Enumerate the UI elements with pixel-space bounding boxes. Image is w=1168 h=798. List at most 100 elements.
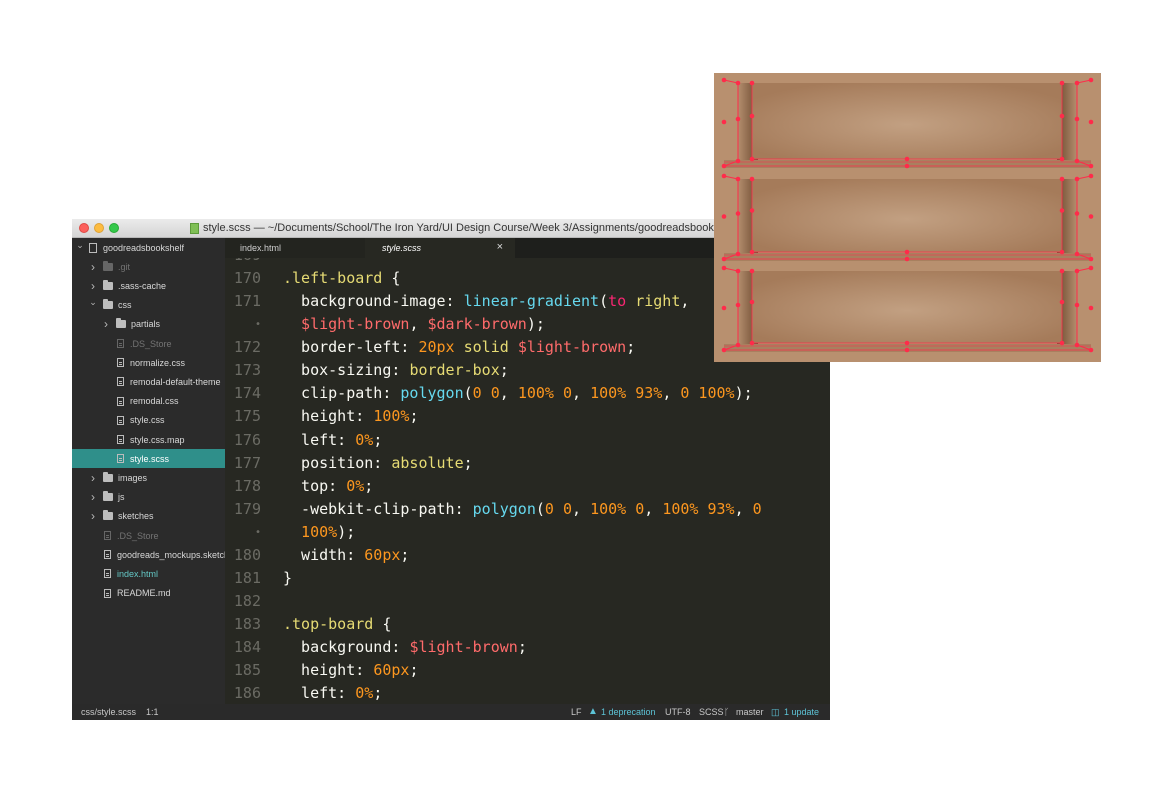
- status-file-path[interactable]: css/style.scss: [81, 704, 136, 720]
- sidebar-item-label: style.css.map: [130, 434, 185, 445]
- minimize-window-button[interactable]: [94, 223, 104, 233]
- anchor-point: [749, 340, 755, 346]
- code-token: ;: [364, 476, 374, 495]
- status-deprecation[interactable]: 1 deprecation: [601, 704, 656, 720]
- code-line[interactable]: 176 left: 0%;: [225, 429, 830, 452]
- code-text: clip-path: polygon(0 0, 100% 0, 100% 93%…: [283, 382, 753, 405]
- anchor-point: [735, 268, 741, 274]
- sidebar-item[interactable]: ⌄ goodreadsbookshelf: [72, 238, 225, 257]
- folder-icon: [103, 279, 113, 290]
- code-token: background:: [283, 638, 410, 657]
- file-icon: [117, 435, 124, 444]
- code-line[interactable]: 181}: [225, 567, 830, 590]
- close-tab-icon[interactable]: ×: [497, 241, 503, 253]
- status-update[interactable]: 1 update: [784, 704, 819, 720]
- code-token: solid: [454, 338, 518, 357]
- anchor-point: [735, 251, 741, 257]
- scss-file-icon: [190, 222, 199, 234]
- code-token: ;: [463, 453, 473, 472]
- code-line[interactable]: 182: [225, 590, 830, 613]
- folder-icon: [103, 491, 113, 502]
- chevron-right-icon[interactable]: ›: [88, 509, 98, 523]
- package-icon: ◫: [771, 707, 780, 717]
- code-token: 0 100%: [680, 384, 735, 403]
- code-token: (: [463, 384, 473, 403]
- warning-icon: ▲: [588, 706, 598, 717]
- anchor-point: [1074, 158, 1080, 164]
- code-token: 0: [752, 499, 762, 518]
- line-number: 175: [233, 407, 261, 426]
- code-line[interactable]: 173 box-sizing: border-box;: [225, 359, 830, 382]
- code-line[interactable]: 183 .top-board {: [225, 613, 830, 636]
- code-line[interactable]: • 100%);: [225, 521, 830, 544]
- sidebar-item[interactable]: style.css: [72, 411, 225, 430]
- chevron-down-icon[interactable]: ⌄: [88, 297, 98, 308]
- sidebar-item[interactable]: README.md: [72, 584, 225, 603]
- sidebar-item[interactable]: remodal-default-theme: [72, 372, 225, 391]
- code-line[interactable]: 180 width: 60px;: [225, 544, 830, 567]
- code-line[interactable]: 177 position: absolute;: [225, 452, 830, 475]
- anchor-point: [1088, 305, 1094, 311]
- chevron-right-icon[interactable]: ›: [101, 317, 111, 331]
- sidebar-item-label: css: [118, 300, 132, 311]
- chevron-right-icon[interactable]: ›: [88, 260, 98, 274]
- sidebar-item[interactable]: › .git: [72, 257, 225, 276]
- sidebar-item[interactable]: style.scss: [72, 449, 225, 469]
- chevron-right-icon[interactable]: ›: [88, 471, 98, 485]
- sidebar-item[interactable]: › sketches: [72, 507, 225, 526]
- code-text: left: 0%;: [283, 429, 382, 452]
- line-number: •: [254, 319, 261, 331]
- code-token: ;: [626, 338, 636, 357]
- tab-index-html[interactable]: index.html: [225, 238, 365, 258]
- code-token: ,: [662, 384, 681, 403]
- file-icon: [104, 531, 111, 540]
- sidebar-item[interactable]: › .sass-cache: [72, 276, 225, 295]
- close-window-button[interactable]: [79, 223, 89, 233]
- code-token: 0%: [346, 476, 365, 495]
- code-token: {: [382, 269, 401, 288]
- code-text: width: 60px;: [283, 544, 409, 567]
- sidebar-item[interactable]: › js: [72, 488, 225, 507]
- code-token: top:: [283, 476, 347, 495]
- sidebar-item[interactable]: style.css.map: [72, 430, 225, 449]
- code-line[interactable]: 174 clip-path: polygon(0 0, 100% 0, 100%…: [225, 382, 830, 405]
- code-text: background-image: linear-gradient(to rig…: [283, 290, 689, 313]
- sidebar-item[interactable]: remodal.css: [72, 392, 225, 411]
- status-line-ending[interactable]: LF: [571, 704, 582, 720]
- code-line[interactable]: 179 -webkit-clip-path: polygon(0 0, 100%…: [225, 498, 830, 521]
- code-text: .left-board {: [283, 267, 400, 290]
- code-line[interactable]: 185 height: 60px;: [225, 659, 830, 682]
- code-token: left:: [283, 684, 356, 703]
- sidebar-item[interactable]: .DS_Store: [72, 526, 225, 545]
- tab-style-scss[interactable]: style.scss ×: [365, 238, 515, 258]
- anchor-point: [1059, 249, 1065, 255]
- sidebar-item[interactable]: › partials: [72, 315, 225, 334]
- status-cursor-position[interactable]: 1:1: [146, 704, 159, 720]
- shelf-back-panel: [752, 179, 1062, 252]
- sidebar-item[interactable]: index.html: [72, 564, 225, 583]
- status-encoding[interactable]: UTF-8: [665, 704, 691, 720]
- maximize-window-button[interactable]: [109, 223, 119, 233]
- chevron-down-icon[interactable]: ⌄: [75, 240, 85, 251]
- sidebar-item[interactable]: ⌄ css: [72, 296, 225, 315]
- chevron-right-icon[interactable]: ›: [88, 490, 98, 504]
- sidebar-item[interactable]: .DS_Store: [72, 334, 225, 353]
- sidebar-item[interactable]: › images: [72, 468, 225, 487]
- code-line[interactable]: 178 top: 0%;: [225, 475, 830, 498]
- project-tree: ⌄ goodreadsbookshelf › .git › .sass-cache ⌄ css…: [72, 238, 225, 704]
- code-line[interactable]: 175 height: 100%;: [225, 405, 830, 428]
- sidebar-item[interactable]: goodreads_mockups.sketch: [72, 545, 225, 564]
- code-text: .top-board {: [283, 613, 391, 636]
- code-line[interactable]: 184 background: $light-brown;: [225, 636, 830, 659]
- sidebar-item[interactable]: normalize.css: [72, 353, 225, 372]
- anchor-point: [721, 265, 727, 271]
- chevron-right-icon[interactable]: ›: [88, 279, 98, 293]
- code-token: 100% 0: [590, 499, 645, 518]
- anchor-point: [749, 299, 755, 305]
- status-syntax[interactable]: SCSS: [699, 704, 724, 720]
- code-line[interactable]: 186 left: 0%;: [225, 682, 830, 704]
- status-branch[interactable]: master: [736, 704, 764, 720]
- tab-label: index.html: [240, 243, 282, 253]
- line-number: 180: [233, 545, 261, 564]
- sidebar-item-label: normalize.css: [130, 357, 186, 368]
